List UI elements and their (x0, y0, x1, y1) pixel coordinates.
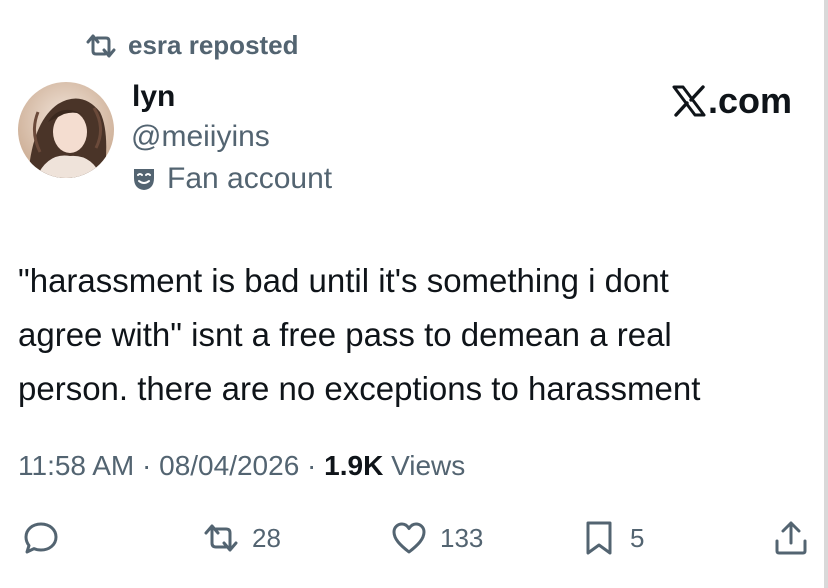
avatar[interactable] (18, 82, 114, 178)
tweet-text: "harassment is bad until it's something … (18, 262, 701, 407)
tweet-meta: 11:58 AM · 08/04/2026 · 1.9K Views (18, 450, 465, 482)
heart-icon (392, 522, 426, 554)
share-button[interactable] (772, 512, 810, 564)
bookmark-count: 5 (630, 522, 645, 553)
meta-separator: · (142, 450, 152, 481)
views-count: 1.9K (324, 450, 384, 481)
theater-mask-icon (134, 169, 154, 190)
share-icon (775, 521, 807, 555)
reply-icon (24, 522, 58, 554)
scrollbar[interactable] (824, 0, 828, 588)
account-label: Fan account (131, 162, 332, 196)
like-count: 133 (440, 522, 484, 553)
action-bar: 28 133 5 (18, 512, 814, 564)
tweet-date[interactable]: 08/04/2026 (159, 450, 299, 481)
bookmark-icon (586, 521, 612, 555)
repost-count: 28 (252, 522, 281, 553)
tweet-time[interactable]: 11:58 AM (18, 450, 134, 481)
brand-text: .com (707, 80, 792, 121)
views-label: Views (391, 450, 466, 481)
account-label-text: Fan account (167, 162, 333, 195)
x-logo-icon (672, 85, 706, 117)
meta-separator: · (307, 450, 317, 481)
like-button[interactable]: 133 (390, 512, 483, 564)
repost-icon (86, 34, 116, 57)
display-name[interactable]: lyn (132, 80, 175, 114)
repost-button[interactable]: 28 (202, 512, 281, 564)
bookmark-button[interactable]: 5 (580, 512, 644, 564)
repost-context[interactable]: esra reposted (84, 30, 299, 61)
repost-icon (204, 524, 238, 552)
reply-button[interactable] (22, 512, 60, 564)
user-handle[interactable]: @meiiyins (131, 120, 270, 154)
brand-watermark: .com (672, 80, 792, 122)
repost-text: esra reposted (128, 30, 299, 60)
